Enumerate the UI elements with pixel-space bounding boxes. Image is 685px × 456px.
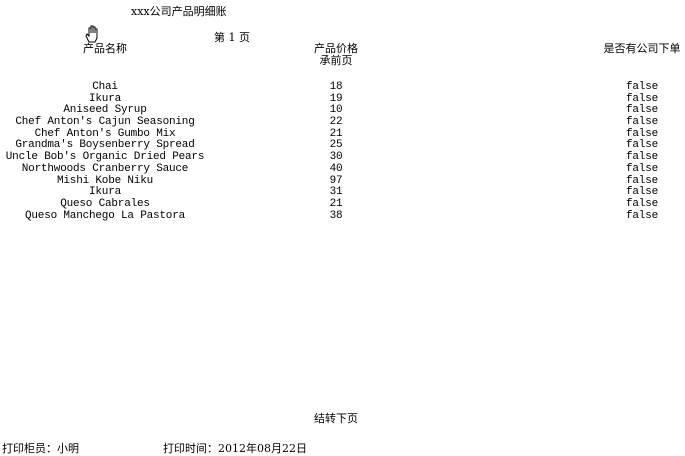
on-order-flag: false (625, 209, 659, 222)
print-time: 打印时间：2012年08月22日 (163, 442, 307, 455)
printer-name: 打印柜员：小明 (2, 442, 79, 455)
product-table: Chai 18 false Ikura 19 false Aniseed Syrup 10 fa… (0, 81, 685, 223)
carry-next-label: 结转下页 (314, 412, 358, 425)
product-name: Queso Manchego La Pastora (24, 209, 186, 222)
product-price: 38 (329, 209, 343, 222)
carry-forward-label: 承前页 (319, 54, 353, 67)
table-row: Queso Manchego La Pastora 38 false (0, 209, 685, 223)
page-number: 第 1 页 (214, 31, 250, 44)
header-product-name: 产品名称 (83, 42, 127, 55)
report-title: xxx公司产品明细账 (131, 5, 227, 18)
header-on-order: 是否有公司下单 (603, 42, 681, 55)
